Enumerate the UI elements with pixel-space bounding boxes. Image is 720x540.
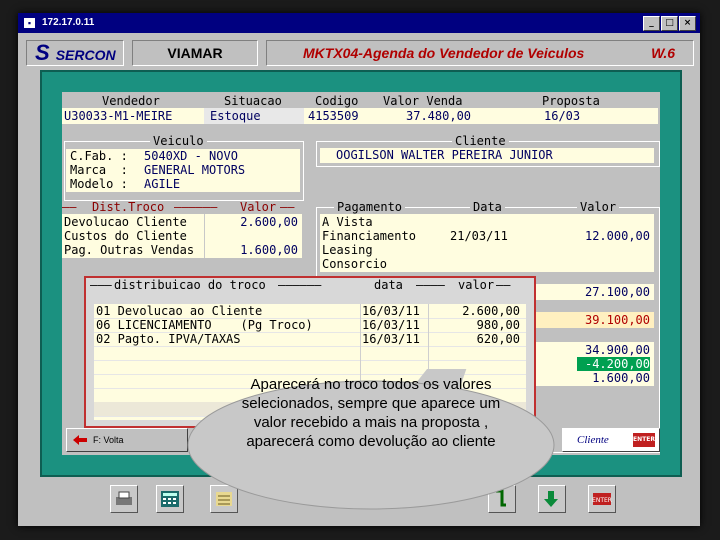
cfab-label: C.Fab. : bbox=[70, 149, 128, 163]
troco-row-label: Devolucao Cliente bbox=[64, 215, 187, 229]
table-row[interactable] bbox=[94, 346, 526, 361]
close-button[interactable]: × bbox=[679, 16, 696, 31]
vendedor-field[interactable]: U30033-M1-MEIRE bbox=[64, 109, 172, 123]
distribuicao-title-line-mid: —————— bbox=[278, 278, 322, 292]
troco-header-line-right: —— bbox=[280, 200, 295, 214]
distribuicao-title-line: ——— bbox=[90, 278, 112, 292]
codigo-field[interactable]: 4153509 bbox=[308, 109, 359, 123]
top-fields: U30033-M1-MEIRE Estoque 4153509 37.480,0… bbox=[62, 108, 658, 124]
pagamento-row-label: Leasing bbox=[322, 243, 373, 257]
maximize-button[interactable]: □ bbox=[661, 16, 678, 31]
volta-label: F: Volta bbox=[93, 435, 124, 445]
troco-valor-header: Valor bbox=[240, 200, 277, 214]
total-received-value[interactable]: 39.100,00 bbox=[585, 313, 650, 327]
table-row[interactable]: 01 Devolucao ao Cliente 16/03/11 2.600,0… bbox=[94, 304, 526, 319]
screen-title-box: MKTX04-Agenda do Vendedor de Veiculos W.… bbox=[266, 40, 694, 66]
svg-text:ENTER: ENTER bbox=[592, 497, 612, 504]
minimize-button[interactable]: _ bbox=[643, 16, 660, 31]
app-icon: ▪ bbox=[24, 18, 35, 28]
arrow-left-icon bbox=[73, 435, 87, 445]
veiculo-panel: C.Fab. : 5040XD - NOVO Marca : GENERAL M… bbox=[66, 149, 300, 192]
distribuicao-valor-header: valor bbox=[458, 278, 495, 292]
situacao-field[interactable]: Estoque bbox=[210, 109, 261, 123]
pagamento-data-header: Data bbox=[470, 200, 505, 214]
cliente-field[interactable]: OOGILSON WALTER PEREIRA JUNIOR bbox=[320, 148, 654, 163]
distribuicao-title-line-right: ———— bbox=[416, 278, 445, 292]
modelo-value[interactable]: AGILE bbox=[144, 177, 180, 191]
callout-text: Aparecerá no troco todos os valores sele… bbox=[241, 376, 501, 450]
troco-row-label: Custos do Cliente bbox=[64, 229, 187, 243]
pagamento-row-label: A Vista bbox=[322, 215, 373, 229]
troco-header-left: —— bbox=[62, 200, 77, 214]
situacao-label: Situacao bbox=[224, 94, 282, 108]
cliente-name: OOGILSON WALTER PEREIRA JUNIOR bbox=[336, 148, 553, 162]
codigo-label: Codigo bbox=[315, 94, 359, 108]
row-desc: 01 Devolucao ao Cliente bbox=[96, 304, 263, 318]
version-label: W.6 bbox=[651, 45, 675, 61]
pagamento-panel: A Vista Financiamento 21/03/11 12.000,00… bbox=[320, 214, 654, 272]
calculator-button[interactable] bbox=[156, 485, 184, 513]
screen-title: MKTX04-Agenda do Vendedor de Veiculos bbox=[303, 45, 585, 61]
troco-header: Dist.Troco bbox=[92, 200, 165, 214]
summary-value: 1.600,00 bbox=[592, 371, 650, 385]
callout-balloon: Aparecerá no troco todos os valores sele… bbox=[186, 369, 556, 511]
summary-value: 34.900,00 bbox=[584, 343, 650, 357]
brand-logo: S SERCON bbox=[26, 40, 124, 66]
row-valor: 620,00 bbox=[476, 332, 520, 346]
app-header: S SERCON VIAMAR MKTX04-Agenda do Vendedor… bbox=[22, 37, 696, 69]
cliente-title: Cliente bbox=[452, 134, 509, 148]
title-bar: ▪ 172.17.0.11 _ □ × bbox=[18, 13, 700, 33]
valor-venda-field[interactable]: 37.480,00 bbox=[406, 109, 471, 123]
brand-name: SERCON bbox=[55, 47, 116, 63]
row-desc: 06 LICENCIAMENTO (Pg Troco) bbox=[96, 318, 313, 332]
distribuicao-title-line-end: —— bbox=[496, 278, 511, 292]
row-data: 16/03/11 bbox=[362, 304, 420, 318]
proposta-label: Proposta bbox=[542, 94, 600, 108]
row-desc: 02 Pagto. IPVA/TAXAS bbox=[96, 332, 241, 346]
marca-value[interactable]: GENERAL MOTORS bbox=[144, 163, 245, 177]
pagamento-title: Pagamento bbox=[334, 200, 406, 214]
veiculo-title: Veiculo bbox=[150, 134, 207, 148]
pagamento-row-data[interactable]: 21/03/11 bbox=[450, 229, 508, 243]
row-data: 16/03/11 bbox=[362, 318, 420, 332]
enter-icon: ENTER bbox=[633, 433, 655, 447]
total-value[interactable]: 27.100,00 bbox=[585, 285, 650, 299]
printer-icon bbox=[116, 491, 132, 505]
row-valor: 980,00 bbox=[476, 318, 520, 332]
marca-label: Marca : bbox=[70, 163, 128, 177]
window-title: 172.17.0.11 bbox=[42, 17, 95, 28]
pagamento-row-label: Consorcio bbox=[322, 257, 388, 271]
cliente-button[interactable]: Cliente ENTER bbox=[562, 428, 660, 452]
company-name: VIAMAR bbox=[132, 40, 258, 66]
troco-panel: Devolucao Cliente 2.600,00 Custos do Cli… bbox=[62, 214, 302, 258]
troco-row-label: Pag. Outras Vendas bbox=[64, 243, 195, 257]
table-row[interactable]: 06 LICENCIAMENTO (Pg Troco) 16/03/11 980… bbox=[94, 318, 526, 333]
cfab-value[interactable]: 5040XD - NOVO bbox=[144, 149, 238, 163]
pagamento-valor-header: Valor bbox=[577, 200, 620, 214]
table-row[interactable]: 02 Pagto. IPVA/TAXAS 16/03/11 620,00 bbox=[94, 332, 526, 347]
calculator-icon bbox=[161, 491, 179, 507]
modelo-label: Modelo : bbox=[70, 177, 128, 191]
row-valor: 2.600,00 bbox=[462, 304, 520, 318]
pagamento-row-label: Financiamento bbox=[322, 229, 416, 243]
print-button[interactable] bbox=[110, 485, 138, 513]
distribuicao-data-header: data bbox=[374, 278, 403, 292]
valor-venda-label: Valor Venda bbox=[383, 94, 463, 108]
volta-button[interactable]: F: Volta bbox=[66, 428, 188, 452]
row-data: 16/03/11 bbox=[362, 332, 420, 346]
cliente-button-label: Cliente bbox=[577, 434, 609, 446]
difference-value: -4.200,00 bbox=[576, 357, 650, 371]
distribuicao-title: distribuicao do troco bbox=[114, 278, 266, 292]
proposta-field[interactable]: 16/03 bbox=[544, 109, 580, 123]
troco-row-value[interactable]: 1.600,00 bbox=[240, 243, 298, 257]
vendedor-label: Vendedor bbox=[102, 94, 160, 108]
troco-row-value[interactable]: 2.600,00 bbox=[240, 215, 298, 229]
pagamento-row-valor[interactable]: 12.000,00 bbox=[585, 229, 650, 243]
enter-icon: ENTER bbox=[592, 493, 612, 505]
troco-header-line: —————— bbox=[174, 200, 218, 214]
enter-button[interactable]: ENTER bbox=[588, 485, 616, 513]
